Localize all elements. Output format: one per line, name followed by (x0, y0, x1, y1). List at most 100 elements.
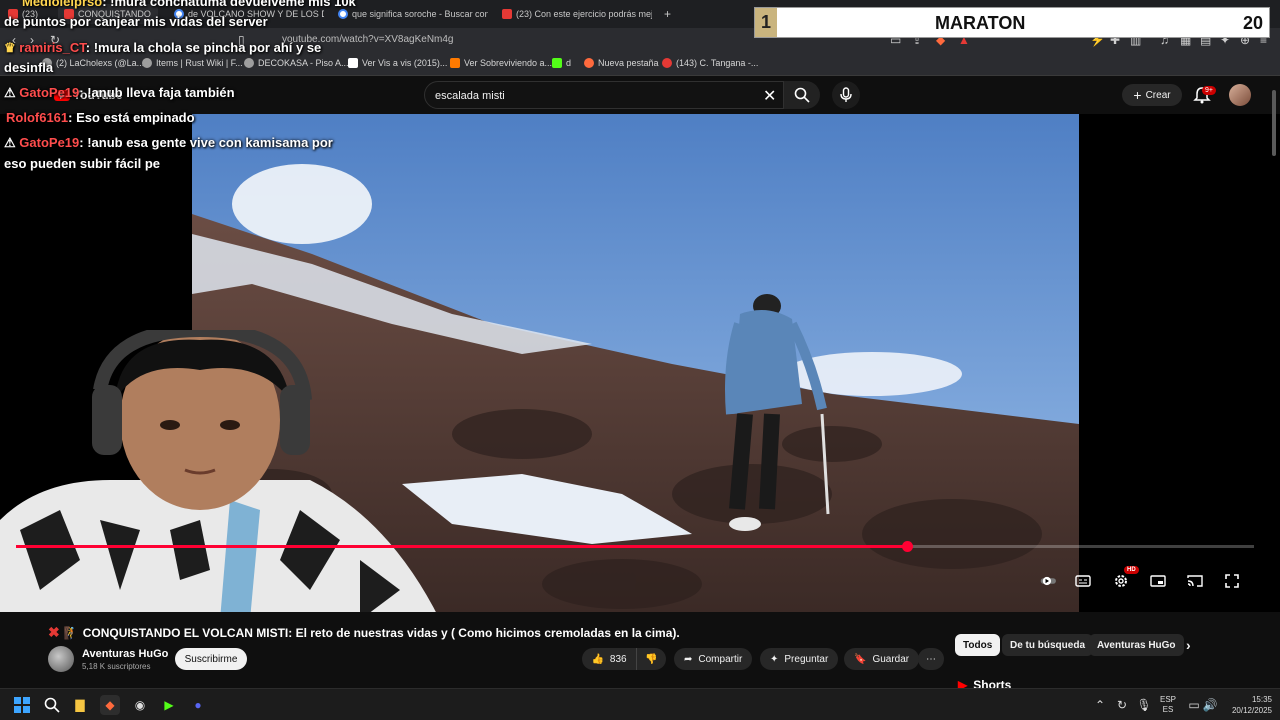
maraton-overlay: 1 MARATON 20 (754, 7, 1270, 38)
player-letterbox-right (1079, 114, 1280, 612)
p-icon (348, 58, 358, 68)
chip-de-tu-busqueda[interactable]: De tu búsqueda (1002, 634, 1094, 656)
chat-message: ⚠ GatoPe19: !anub lleva faja también (4, 85, 235, 100)
crown-badge-icon: ♛ (4, 40, 20, 55)
chip-todos[interactable]: Todos (955, 634, 1001, 656)
obs-icon[interactable]: ◉ (130, 695, 150, 715)
subtitles-icon (1075, 575, 1091, 587)
bookmark-item[interactable]: DECOKASA - Piso A... (244, 58, 349, 68)
chat-message: Rolof6161: Eso está empinado (6, 110, 195, 125)
channel-name[interactable]: Aventuras HuGo (82, 648, 168, 660)
bookmark-item[interactable]: Ver Vis a vis (2015)... (348, 58, 447, 68)
bookmark-item[interactable]: Nueva pestaña (584, 58, 659, 68)
cast-icon (1187, 575, 1203, 587)
windows-taskbar: ▇ ◆ ◉ ▶ ● ⌃ ↻ 🎙 ESP ES ▭ 🔊 15:35 20/12/202… (0, 688, 1280, 720)
theater-mode-button[interactable] (1149, 572, 1167, 590)
search-input[interactable]: escalada misti (435, 90, 505, 102)
page-scrollbar[interactable] (1272, 90, 1276, 156)
autoplay-icon (1040, 576, 1056, 586)
subscriber-count: 5,18 K suscriptores (82, 662, 151, 671)
streamer-webcam (0, 330, 440, 620)
tray-mic-icon[interactable]: 🎙 (1134, 695, 1154, 715)
youtube-icon (662, 58, 672, 68)
miniplayer-icon (1150, 575, 1166, 587)
bookmark-item[interactable]: Items | Rust Wiki | F... (142, 58, 243, 68)
channel-avatar[interactable] (48, 646, 74, 672)
bookmark-item[interactable]: (143) C. Tangana -... (662, 58, 758, 68)
tray-expand-icon[interactable]: ⌃ (1090, 695, 1110, 715)
clear-search-icon[interactable]: ✕ (763, 86, 776, 106)
badge-icon: ⚠ (4, 135, 20, 150)
kick-icon (552, 58, 562, 68)
hd-badge: HD (1124, 566, 1139, 574)
settings-button[interactable] (1112, 572, 1130, 590)
video-info-section: ✖ 🧗 CONQUISTANDO EL VOLCAN MISTI: El reto … (0, 612, 1280, 692)
new-tab-button[interactable]: + (664, 4, 671, 24)
bookmark-item[interactable]: d (552, 58, 571, 68)
search-icon (794, 87, 810, 103)
create-button[interactable]: + Crear (1122, 84, 1182, 106)
search-button[interactable] (784, 81, 820, 109)
chat-message: de puntos por canjear mis vidas del serv… (4, 14, 268, 29)
tab-5[interactable]: (23) Con este ejercicio podrás mejora... (502, 4, 652, 24)
file-explorer-icon[interactable]: ▇ (70, 695, 90, 715)
language-indicator[interactable]: ESP ES (1160, 695, 1176, 715)
brave-browser-icon[interactable]: ◆ (100, 695, 120, 715)
autoplay-toggle[interactable] (1040, 572, 1058, 590)
clock[interactable]: 15:35 20/12/2025 (1224, 694, 1272, 716)
chat-message: eso pueden subir fácil pe (4, 156, 161, 171)
subtitles-button[interactable] (1074, 572, 1092, 590)
windows-logo-icon (14, 697, 30, 713)
volume-icon[interactable]: 🔊 (1200, 695, 1220, 715)
thumbs-down-icon: 👎 (645, 653, 658, 665)
search-icon (44, 697, 60, 713)
kick-app-icon[interactable]: ▶ (159, 695, 179, 715)
chat-message: desinfla (4, 60, 54, 75)
video-title: ✖ 🧗 CONQUISTANDO EL VOLCAN MISTI: El reto … (48, 624, 680, 640)
subscribe-button[interactable]: Suscribirme (175, 648, 247, 670)
rust-wiki-icon (142, 58, 152, 68)
youtube-favicon-icon (502, 9, 512, 19)
share-button[interactable]: ➦ Compartir (674, 648, 753, 670)
cast-button[interactable] (1186, 572, 1204, 590)
ask-button[interactable]: ✦ Preguntar (760, 648, 839, 670)
video-scrubber-handle[interactable] (902, 541, 913, 552)
badge-icon: ⚠ (4, 85, 20, 100)
chip-aventuras-hugo[interactable]: Aventuras HuGo (1089, 634, 1184, 656)
more-dots-icon: ⋯ (926, 653, 936, 665)
like-button[interactable]: 👍 836 (582, 648, 636, 670)
brave-icon (584, 58, 594, 68)
more-actions-button[interactable]: ⋯ (918, 648, 944, 670)
bookmark-item[interactable]: (2) LaCholexs (@La... (42, 58, 144, 68)
search-box[interactable]: escalada misti ✕ (424, 81, 784, 109)
save-button[interactable]: 🔖 Guardar (844, 648, 920, 670)
fullscreen-button[interactable] (1223, 572, 1241, 590)
windows-start-icon[interactable] (12, 695, 32, 715)
globe-icon (244, 58, 254, 68)
bookmark-save-icon: 🔖 (854, 653, 867, 665)
voice-search-button[interactable] (832, 81, 860, 109)
chips-next-icon[interactable]: › (1178, 634, 1199, 656)
account-avatar[interactable] (1229, 84, 1251, 106)
maraton-count: 20 (1242, 13, 1263, 33)
chat-message: ⚠ GatoPe19: !anub esa gente vive con kam… (4, 135, 333, 150)
chat-message: Mediolelprso: !mura conchatuma devuelvem… (22, 0, 356, 9)
google-favicon-icon (338, 9, 348, 19)
gear-icon (1115, 575, 1127, 587)
notification-count-badge: 9+ (1202, 86, 1216, 95)
climber-emoji-icon: 🧗 (63, 625, 79, 640)
share-arrow-icon: ➦ (684, 653, 693, 665)
taskbar-search-icon[interactable] (42, 695, 62, 715)
maraton-rank: 1 (755, 8, 777, 37)
tab-4[interactable]: que significa soroche - Buscar con G... (338, 4, 488, 24)
video-progress-fill (16, 545, 907, 548)
fullscreen-icon (1225, 574, 1239, 588)
tray-sync-icon[interactable]: ↻ (1112, 695, 1132, 715)
microphone-icon (840, 87, 852, 102)
bookmark-item[interactable]: Ver Sobreviviendo a... (450, 58, 552, 68)
plus-icon: + (1133, 87, 1142, 103)
thumbs-up-icon: 👍 (591, 653, 604, 665)
chat-message: ♛ ramiris_CT: !mura la chola se pincha p… (4, 40, 322, 55)
discord-icon[interactable]: ● (188, 695, 208, 715)
dislike-button[interactable]: 👎 (636, 648, 666, 670)
